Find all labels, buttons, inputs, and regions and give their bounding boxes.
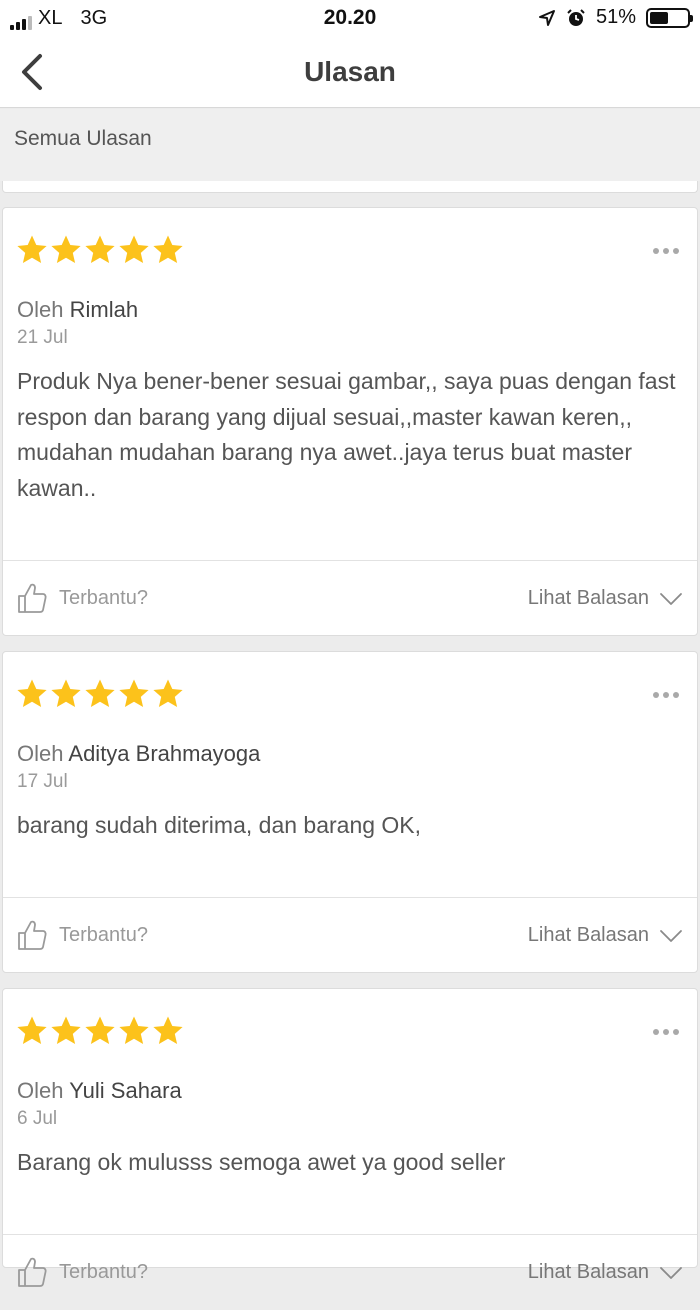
- more-options-button[interactable]: [653, 248, 679, 254]
- by-prefix: Oleh: [17, 297, 64, 322]
- thumbs-up-icon: [18, 920, 47, 950]
- alarm-icon: [567, 8, 585, 26]
- review-date: 17 Jul: [17, 771, 68, 792]
- more-options-button[interactable]: [653, 1029, 679, 1035]
- star-icon: [153, 679, 183, 707]
- reviewer-name: Rimlah: [69, 297, 139, 322]
- star-icon: [153, 1016, 183, 1044]
- page-title: Ulasan: [304, 56, 396, 87]
- view-replies-label: Lihat Balasan: [527, 587, 649, 609]
- star-rating: [16, 678, 184, 710]
- reviewer-line: Oleh Yuli Sahara: [17, 1078, 182, 1104]
- by-prefix: Oleh: [17, 1078, 64, 1103]
- review-text: Produk Nya bener-bener sesuai gambar,, s…: [17, 368, 676, 501]
- status-bar: XL 3G 20.20 51%: [0, 0, 700, 36]
- star-rating: [16, 234, 184, 266]
- review-card: Oleh Rimlah 21 Jul Produk Nya bener-bene…: [2, 207, 698, 636]
- star-icon: [17, 235, 47, 263]
- thumbs-up-icon: [18, 583, 47, 613]
- review-text: Barang ok mulusss semoga awet ya good se…: [17, 1149, 506, 1175]
- nav-bar: Ulasan: [0, 36, 700, 108]
- reviewer-name: Aditya Brahmayoga: [68, 741, 261, 766]
- helpful-button[interactable]: Terbantu?: [15, 1255, 148, 1289]
- review-filter-bar[interactable]: Semua Ulasan: [0, 109, 700, 181]
- battery-percent: 51%: [595, 6, 636, 28]
- view-replies-button[interactable]: Lihat Balasan: [528, 587, 683, 610]
- helpful-button[interactable]: Terbantu?: [15, 918, 148, 952]
- star-icon: [51, 1016, 81, 1044]
- more-options-button[interactable]: [653, 692, 679, 698]
- helpful-label: Terbantu?: [59, 1260, 148, 1283]
- star-icon: [17, 1016, 47, 1044]
- reviewer-name: Yuli Sahara: [69, 1078, 182, 1103]
- view-replies-label: Lihat Balasan: [527, 1261, 649, 1283]
- star-icon: [85, 679, 115, 707]
- view-replies-button[interactable]: Lihat Balasan: [528, 924, 683, 947]
- by-prefix: Oleh: [17, 741, 64, 766]
- star-icon: [119, 679, 149, 707]
- chevron-down-icon: [660, 929, 682, 942]
- view-replies-button[interactable]: Lihat Balasan: [528, 1261, 683, 1284]
- review-text: barang sudah diterima, dan barang OK,: [17, 812, 422, 838]
- star-icon: [17, 679, 47, 707]
- filter-card-bottom: [2, 181, 698, 193]
- review-footer: Terbantu? Lihat Balasan: [3, 1234, 697, 1310]
- star-icon: [51, 235, 81, 263]
- review-card: Oleh Yuli Sahara 6 Jul Barang ok mulusss…: [2, 988, 698, 1287]
- location-arrow-icon: [538, 9, 555, 26]
- star-rating: [16, 1015, 184, 1047]
- chevron-down-icon: [660, 1266, 682, 1279]
- review-footer: Terbantu? Lihat Balasan: [3, 560, 697, 636]
- battery-fill: [650, 11, 669, 24]
- star-icon: [85, 235, 115, 263]
- star-icon: [51, 679, 81, 707]
- chevron-down-icon: [660, 592, 682, 605]
- star-icon: [153, 235, 183, 263]
- helpful-button[interactable]: Terbantu?: [15, 581, 148, 615]
- review-card: Oleh Aditya Brahmayoga 17 Jul barang sud…: [2, 651, 698, 973]
- star-icon: [119, 1016, 149, 1044]
- star-icon: [85, 1016, 115, 1044]
- view-replies-label: Lihat Balasan: [527, 924, 649, 946]
- star-icon: [119, 235, 149, 263]
- review-date: 21 Jul: [17, 327, 68, 348]
- helpful-label: Terbantu?: [59, 923, 148, 946]
- review-date: 6 Jul: [17, 1108, 58, 1129]
- review-footer: Terbantu? Lihat Balasan: [3, 897, 697, 973]
- reviewer-line: Oleh Rimlah: [17, 297, 138, 323]
- thumbs-up-icon: [18, 1257, 47, 1287]
- status-right: 51%: [538, 6, 693, 29]
- battery-icon: [646, 7, 693, 28]
- reviewer-line: Oleh Aditya Brahmayoga: [17, 741, 260, 767]
- filter-all-reviews[interactable]: Semua Ulasan: [14, 127, 152, 151]
- helpful-label: Terbantu?: [59, 586, 148, 609]
